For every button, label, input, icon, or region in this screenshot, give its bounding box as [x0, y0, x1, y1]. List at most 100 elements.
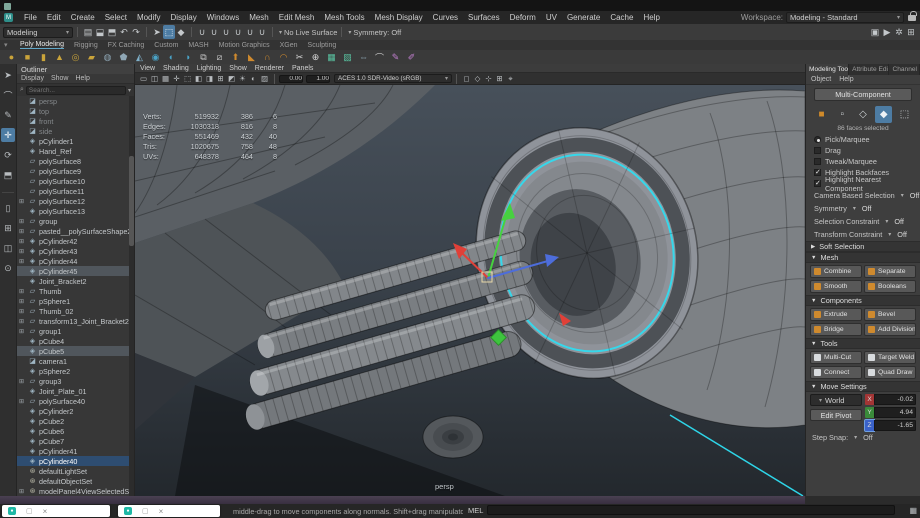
close-icon[interactable]: × [159, 507, 164, 516]
resolution-gate-icon[interactable]: ◧ [193, 74, 204, 83]
expand-toggle-icon[interactable]: ⊞ [19, 228, 26, 235]
separate-icon[interactable]: ⧄ [212, 51, 227, 63]
mel-command-input[interactable] [487, 505, 896, 515]
script-editor-icon[interactable]: ▦ [909, 506, 917, 515]
exposure-field[interactable] [279, 74, 303, 83]
pivot-axis-field[interactable]: X [865, 394, 916, 405]
textured-icon[interactable]: ▨ [259, 74, 270, 83]
boolean-difference-icon[interactable]: ◐ [164, 51, 179, 63]
torus-icon[interactable]: ◎ [68, 51, 83, 63]
viewport-panel[interactable]: View Shading Lighting Show Renderer Panels ▭ ◫… [134, 64, 806, 497]
sidebar-tab[interactable]: Channel B [889, 64, 920, 75]
workspace-select[interactable]: Modeling - Standard ▾ [786, 12, 904, 23]
platonic-icon[interactable]: ⬟ [116, 51, 131, 63]
move-tool[interactable]: ✛ [1, 128, 15, 142]
outliner-item[interactable]: ⊞ polySurface10 [17, 176, 129, 186]
smooth-icon[interactable]: ◠ [276, 51, 291, 63]
outliner-item[interactable]: ⊞ polySurface13 [17, 206, 129, 216]
multi-cut-icon[interactable]: ✂ [292, 51, 307, 63]
outliner-item[interactable]: ⊞ pCube7 [17, 436, 129, 446]
sculpt-surface-icon[interactable]: ◭ [132, 51, 147, 63]
face-mode-icon[interactable]: ◆ [875, 106, 893, 123]
outliner-item[interactable]: ⊞ polySurface9 [17, 166, 129, 176]
xray-icon[interactable]: ◻ [461, 74, 472, 83]
component-command-button[interactable]: Bevel [864, 308, 916, 321]
multi-mode-icon[interactable]: ⬚ [896, 106, 913, 123]
outliner-item[interactable]: ⊞ camera1 [17, 356, 129, 366]
toolkit-menu-item[interactable]: Help [839, 76, 853, 83]
outliner-item[interactable]: ⊞ Thumb_02 [17, 306, 129, 316]
menu-item[interactable]: Edit [42, 13, 66, 22]
colorspace-select[interactable]: ACES 1.0 SDR-Video (sRGB) ▾ [334, 74, 452, 83]
outliner-item[interactable]: ⊞ defaultLightSet [17, 466, 129, 476]
redo-icon[interactable]: ↷ [130, 25, 142, 39]
plane-icon[interactable]: ▰ [84, 51, 99, 63]
quad-draw-icon[interactable]: ▦ [324, 51, 339, 63]
outliner-item[interactable]: ⊞ persp [17, 96, 129, 106]
component-command-button[interactable]: Bridge [810, 323, 862, 336]
outliner-item[interactable]: ⊞ pCube4 [17, 336, 129, 346]
zoom-tool[interactable]: ⊙ [1, 261, 15, 275]
outliner-item[interactable]: ⊞ pCylinder45 [17, 266, 129, 276]
outliner-item[interactable]: ⊞ polySurface11 [17, 186, 129, 196]
bookmarks-icon[interactable]: ◫ [149, 74, 160, 83]
paint-weights-icon[interactable]: ✐ [404, 51, 419, 63]
object-mode-icon[interactable]: ■ [813, 106, 830, 123]
outliner-item[interactable]: ⊞ pCylinder44 [17, 256, 129, 266]
shelf-tab[interactable]: Motion Graphics [219, 42, 270, 49]
gamma-field[interactable] [306, 74, 330, 83]
crease-icon[interactable]: ⌒ [372, 51, 387, 63]
lighting-icon[interactable]: ☀ [237, 74, 248, 83]
pivot-axis-field[interactable]: Z [864, 419, 916, 432]
toolkit-menu-item[interactable]: Object [811, 76, 831, 83]
menu-item[interactable]: Help [638, 13, 664, 22]
checkbox-icon[interactable] [814, 179, 821, 187]
2d-pan-zoom-icon[interactable]: ✛ [171, 74, 182, 83]
new-scene-icon[interactable]: ▤ [82, 25, 94, 39]
bevel-icon[interactable]: ◣ [244, 51, 259, 63]
lasso-tool[interactable]: ⌒ [1, 88, 15, 102]
outliner-menu-item[interactable]: Show [51, 75, 69, 82]
menu-item[interactable]: Display [166, 13, 202, 22]
close-icon[interactable]: × [43, 507, 48, 516]
image-plane-icon[interactable]: ▦ [160, 74, 171, 83]
shelf-grid-icon[interactable]: ⊞ [905, 25, 917, 39]
render-icon[interactable]: ▣ [869, 25, 881, 39]
render-settings-icon[interactable]: ✲ [893, 25, 905, 39]
menu-item[interactable]: UV [541, 13, 562, 22]
time-slider-strip[interactable] [0, 496, 805, 504]
field-chart-icon[interactable]: ⊞ [215, 74, 226, 83]
shelf-menu-icon[interactable]: ▾ [4, 41, 8, 49]
undo-icon[interactable]: ↶ [118, 25, 130, 39]
mesh-command-button[interactable]: Booleans [864, 280, 916, 293]
filter-chevron-icon[interactable]: ▾ [128, 87, 131, 94]
extrude-icon[interactable]: ⬆ [228, 51, 243, 63]
outliner-item[interactable]: ⊞ pCylinder40 [17, 456, 129, 466]
outliner-item[interactable]: ⊞ pCylinder2 [17, 406, 129, 416]
outliner-item[interactable]: ⊞ Thumb [17, 286, 129, 296]
menu-item[interactable]: Cache [605, 13, 638, 22]
outliner-item[interactable]: ⊞ modelPanel4ViewSelectedSet [17, 486, 129, 496]
expand-toggle-icon[interactable]: ⊞ [19, 488, 26, 495]
outliner-item[interactable]: ⊞ group [17, 216, 129, 226]
panel-menu-item[interactable]: View [140, 65, 155, 72]
open-scene-icon[interactable]: ⬓ [94, 25, 106, 39]
toolkit-dropdown[interactable]: Symmetry ▾ Off [806, 202, 920, 215]
toolkit-option[interactable]: Drag [806, 145, 920, 156]
tool-command-button[interactable]: Target Weld [864, 351, 916, 364]
rotate-tool[interactable]: ⟳ [1, 148, 15, 162]
save-scene-icon[interactable]: ⬒ [106, 25, 118, 39]
shelf-tab[interactable]: Rigging [74, 42, 98, 49]
snap-view-plane-icon[interactable]: ∪ [244, 25, 256, 39]
shadows-icon[interactable]: ◐ [248, 74, 259, 83]
outliner-item[interactable]: ⊞ pCylinder42 [17, 236, 129, 246]
chevron-down-icon[interactable]: ▾ [279, 29, 282, 36]
layout-four-pane[interactable]: ⊞ [1, 221, 15, 235]
expand-toggle-icon[interactable]: ⊞ [19, 378, 26, 385]
cone-icon[interactable]: ▲ [52, 51, 67, 63]
outliner-item[interactable]: ⊞ pCube6 [17, 426, 129, 436]
combine-icon[interactable]: ⧉ [196, 51, 211, 63]
target-weld-icon[interactable]: ⊕ [308, 51, 323, 63]
outliner-item[interactable]: ⊞ group1 [17, 326, 129, 336]
safe-action-icon[interactable]: ◩ [226, 74, 237, 83]
